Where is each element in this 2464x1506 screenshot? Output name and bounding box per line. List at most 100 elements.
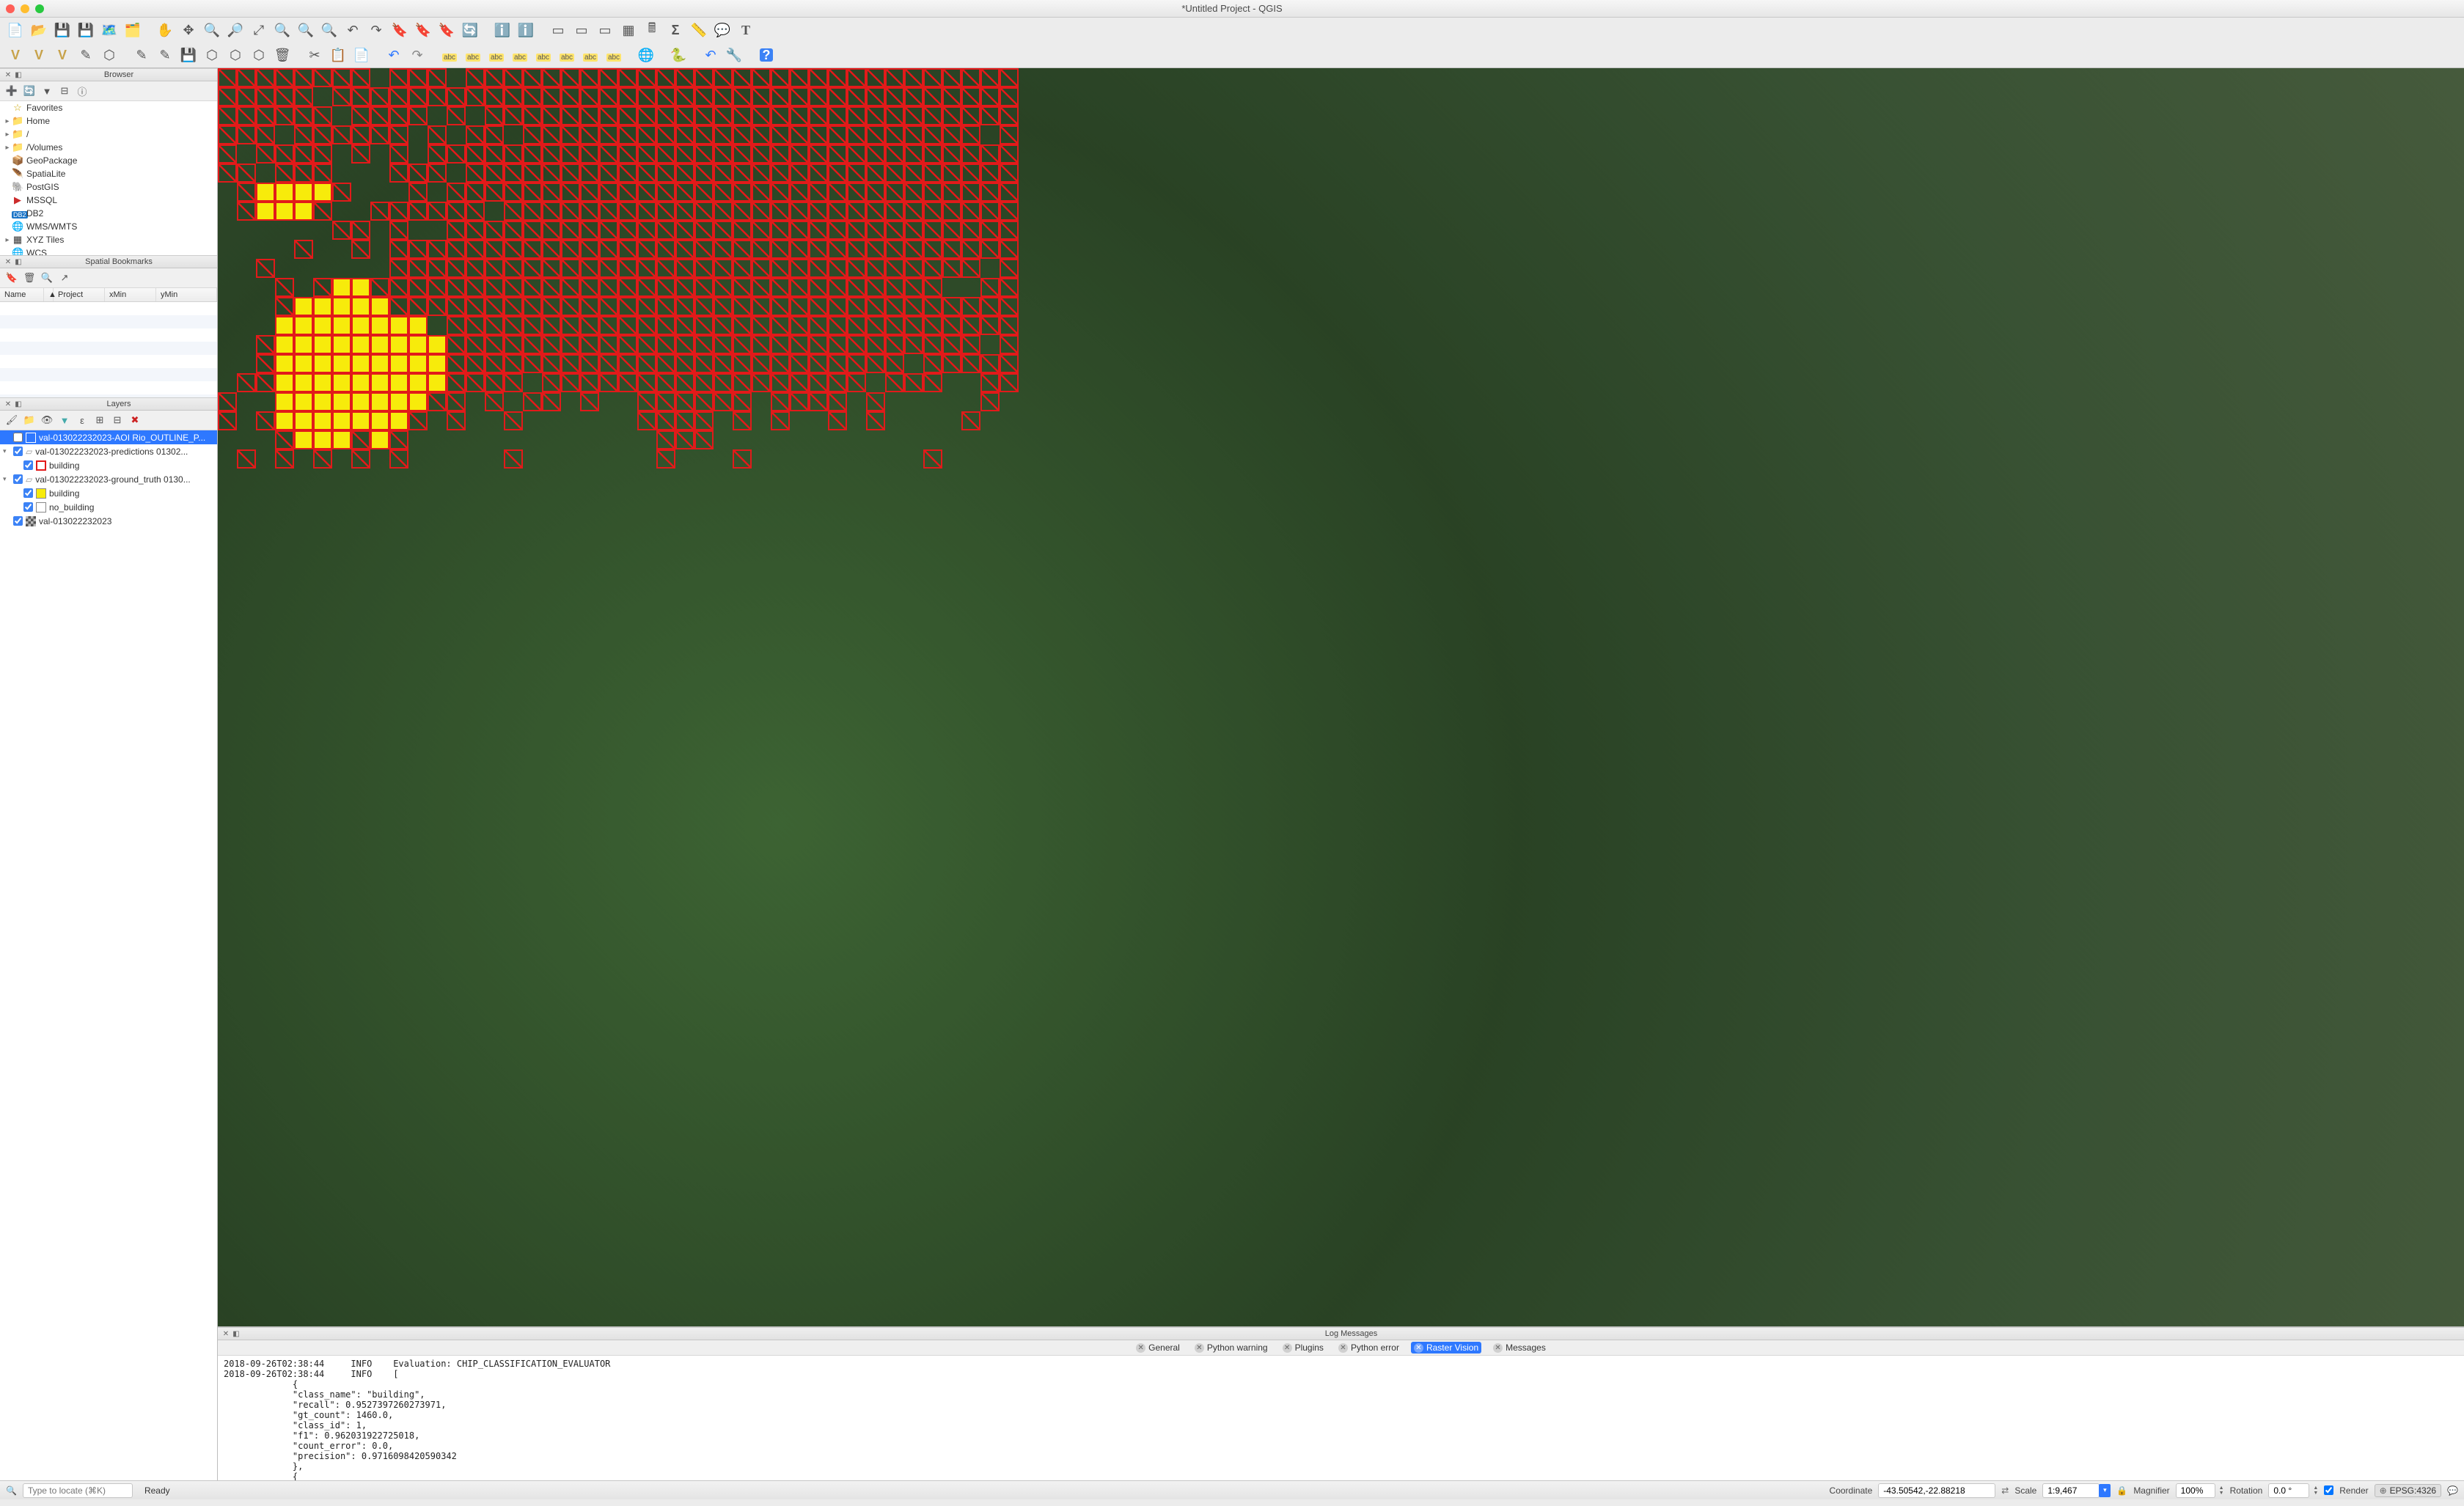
toolbar-button[interactable]	[28, 45, 50, 65]
toolbar-button[interactable]	[603, 45, 625, 65]
browser-tree[interactable]: Favorites▸Home▸/▸/VolumesGeoPackageSpati…	[0, 101, 217, 255]
scale-input[interactable]	[2042, 1483, 2100, 1498]
layer-gt-class-nobuilding[interactable]: no_building	[0, 500, 217, 514]
toolbar-button[interactable]	[635, 45, 657, 65]
close-icon[interactable]: ✕	[1136, 1343, 1145, 1353]
toolbar-button[interactable]	[4, 45, 26, 65]
toolbar-button[interactable]	[28, 20, 50, 40]
close-icon[interactable]: ✕	[1493, 1343, 1503, 1353]
toolbar-button[interactable]	[406, 45, 428, 65]
browser-item[interactable]: ▸XYZ Tiles	[0, 233, 217, 246]
layers-style-icon[interactable]: 🖌	[4, 413, 19, 427]
render-checkbox[interactable]	[2324, 1485, 2333, 1495]
toolbar-button[interactable]	[271, 45, 293, 65]
toolbar-button[interactable]	[556, 45, 578, 65]
browser-item[interactable]: PostGIS	[0, 180, 217, 194]
toolbar-button[interactable]	[412, 20, 434, 40]
browser-item[interactable]: ▸/Volumes	[0, 141, 217, 154]
toolbar-button[interactable]	[75, 45, 97, 65]
layer-predictions-checkbox[interactable]	[13, 447, 23, 456]
close-icon[interactable]: ✕	[1195, 1343, 1204, 1353]
layer-row-raster[interactable]: val-013022232023	[0, 514, 217, 528]
layer-gt-building-checkbox[interactable]	[23, 488, 33, 498]
rotation-input[interactable]	[2268, 1483, 2309, 1498]
layers-close-icon[interactable]: ✕	[3, 399, 13, 409]
toolbar-button[interactable]	[383, 45, 405, 65]
toolbar-button[interactable]	[98, 45, 120, 65]
toolbar-button[interactable]	[295, 20, 317, 40]
magnifier-input[interactable]	[2176, 1483, 2215, 1498]
toolbar-button[interactable]	[700, 45, 722, 65]
scale-lock-icon[interactable]	[2116, 1485, 2127, 1496]
toolbar-button[interactable]	[723, 45, 745, 65]
toolbar-button[interactable]	[224, 45, 246, 65]
log-close-icon[interactable]: ✕	[221, 1329, 231, 1339]
close-icon[interactable]: ✕	[1338, 1343, 1348, 1353]
toolbar-button[interactable]	[122, 20, 144, 40]
layer-gt-checkbox[interactable]	[13, 474, 23, 484]
toolbar-button[interactable]	[201, 45, 223, 65]
layers-collapse-icon[interactable]	[110, 413, 125, 427]
map-canvas[interactable]	[218, 68, 2464, 1326]
bookmarks-table[interactable]: Name ▲ Project xMin yMin	[0, 288, 217, 397]
layers-addgrp-icon[interactable]: 📁	[22, 413, 37, 427]
toolbar-button[interactable]	[515, 20, 537, 40]
toolbar-button[interactable]	[641, 20, 663, 40]
toolbar-button[interactable]	[304, 45, 326, 65]
layers-expr-icon[interactable]	[75, 413, 89, 427]
toolbar-button[interactable]	[318, 20, 340, 40]
browser-item[interactable]: GeoPackage	[0, 154, 217, 167]
browser-item[interactable]: ▸Home	[0, 114, 217, 128]
toolbar-button[interactable]	[365, 20, 387, 40]
toolbar-button[interactable]	[571, 20, 593, 40]
bookmarks-col-project[interactable]: Project	[54, 288, 105, 301]
toolbar-button[interactable]	[459, 20, 481, 40]
browser-add-icon[interactable]: ➕	[4, 84, 19, 98]
toolbar-button[interactable]	[688, 20, 710, 40]
toolbar-button[interactable]	[248, 45, 270, 65]
browser-filter-icon[interactable]: ▼	[40, 84, 54, 98]
bookmarks-col-ymin[interactable]: yMin	[156, 288, 217, 301]
toolbar-button[interactable]	[224, 20, 246, 40]
log-tab-plugins[interactable]: ✕Plugins	[1280, 1342, 1327, 1353]
toolbar-button[interactable]	[51, 20, 73, 40]
toolbar-button[interactable]	[547, 20, 569, 40]
layer-row-aoi[interactable]: val-013022232023-AOI Rio_OUTLINE_P...	[0, 430, 217, 444]
toolbar-button[interactable]	[201, 20, 223, 40]
bookmark-delete-icon[interactable]: 🗑	[22, 271, 37, 285]
toolbar-button[interactable]	[154, 20, 176, 40]
coord-input[interactable]	[1878, 1483, 1995, 1498]
browser-item[interactable]: Favorites	[0, 101, 217, 114]
extents-toggle-icon[interactable]: ⇄	[2001, 1485, 2009, 1496]
layers-remove-icon[interactable]	[128, 413, 142, 427]
toolbar-button[interactable]	[579, 45, 601, 65]
bookmarks-col-name[interactable]: Name	[0, 288, 44, 301]
toolbar-button[interactable]	[664, 20, 686, 40]
toolbar-button[interactable]	[617, 20, 639, 40]
layers-tree[interactable]: val-013022232023-AOI Rio_OUTLINE_P... ▾ …	[0, 430, 217, 1480]
messages-icon[interactable]	[2447, 1485, 2458, 1496]
close-icon[interactable]: ✕	[1414, 1343, 1423, 1353]
layers-undock-icon[interactable]: ◧	[13, 399, 23, 409]
magnifier-stepper[interactable]: ▲▼	[2219, 1485, 2224, 1496]
layers-filter-icon[interactable]	[57, 413, 72, 427]
browser-props-icon[interactable]: ⓘ	[75, 84, 89, 98]
toolbar-button[interactable]	[509, 45, 531, 65]
toolbar-button[interactable]	[75, 20, 97, 40]
log-tab-rastervision[interactable]: ✕Raster Vision	[1411, 1342, 1481, 1353]
layer-gt-class-building[interactable]: building	[0, 486, 217, 500]
toolbar-button[interactable]	[436, 20, 458, 40]
layer-row-groundtruth[interactable]: ▾ ▱ val-013022232023-ground_truth 0130..…	[0, 472, 217, 486]
toolbar-button[interactable]	[711, 20, 733, 40]
browser-item[interactable]: WMS/WMTS	[0, 220, 217, 233]
browser-item[interactable]: DB2	[0, 207, 217, 220]
bookmarks-col-xmin[interactable]: xMin	[105, 288, 156, 301]
toolbar-button[interactable]	[131, 45, 153, 65]
layer-predictions-class-building[interactable]: building	[0, 458, 217, 472]
toolbar-button[interactable]	[327, 45, 349, 65]
bookmarks-col-sort[interactable]: ▲	[44, 288, 54, 301]
browser-item[interactable]: SpatiaLite	[0, 167, 217, 180]
locate-icon[interactable]: 🔍	[6, 1485, 17, 1496]
toolbar-button[interactable]	[154, 45, 176, 65]
toolbar-button[interactable]	[439, 45, 461, 65]
